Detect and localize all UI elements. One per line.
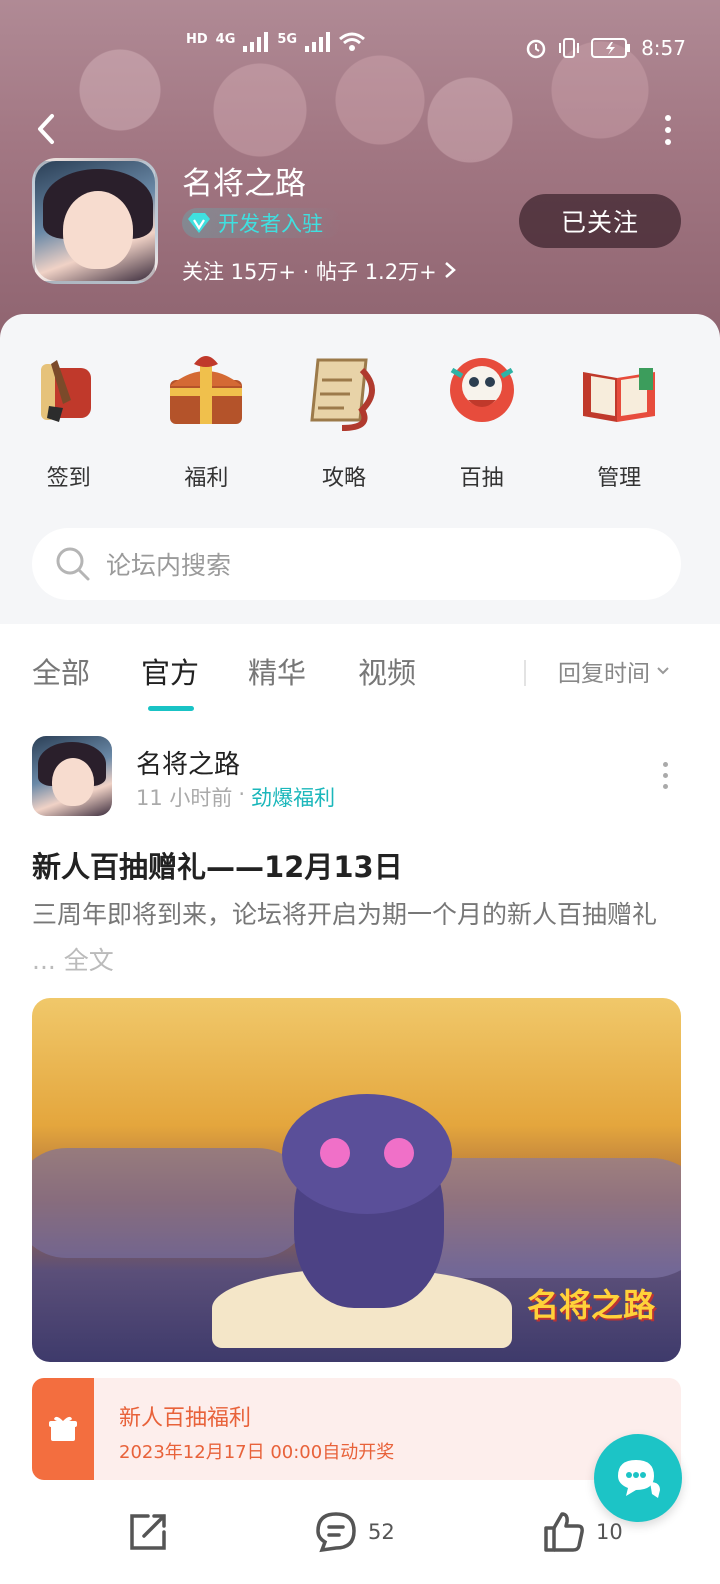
author-avatar[interactable]	[32, 736, 112, 816]
status-right: 8:57	[525, 36, 686, 60]
sort-label: 回复时间	[558, 661, 650, 687]
quick-action-label: 签到	[46, 466, 91, 491]
tab-video[interactable]: 视频	[358, 650, 416, 692]
sort-dropdown[interactable]: 回复时间	[558, 654, 670, 688]
chat-bubble-icon	[618, 1460, 660, 1498]
more-options-button[interactable]	[658, 112, 678, 148]
quick-action-label: 福利	[184, 466, 229, 491]
like-count: 10	[596, 1520, 623, 1544]
summary-ellipsis: ...	[32, 946, 56, 975]
quick-action-label: 百抽	[459, 466, 504, 491]
tab-all[interactable]: 全部	[32, 650, 90, 692]
post-image[interactable]: 名将之路	[32, 998, 681, 1362]
post-meta: 11 小时前 · 劲爆福利	[136, 782, 335, 812]
forum-page: HD 4G 5G 8:57 名将之路 开发者入驻 关注 15万+ · 帖子 1.…	[0, 0, 720, 1584]
comment-count: 52	[368, 1520, 395, 1544]
follow-button[interactable]: 已关注	[519, 194, 681, 248]
forum-name: 名将之路	[182, 166, 306, 202]
comment-icon	[316, 1512, 356, 1553]
tab-divider	[524, 660, 526, 686]
post-filter-tabs: 全部 官方 精华 视频 回复时间	[0, 624, 720, 720]
signal-icon	[243, 32, 269, 52]
hd-label: HD	[186, 32, 208, 47]
vibrate-icon	[559, 38, 580, 58]
like-button[interactable]: 10	[542, 1510, 623, 1554]
tab-official[interactable]: 官方	[141, 650, 199, 692]
post-category[interactable]: 劲爆福利	[251, 782, 335, 812]
thumbs-up-icon	[544, 1512, 584, 1552]
lottery-time: 2023年12月17日 00:00自动开奖	[119, 1442, 395, 1463]
image-game-logo: 名将之路	[526, 1286, 655, 1324]
forum-header-banner: HD 4G 5G 8:57 名将之路 开发者入驻 关注 15万+ · 帖子 1.…	[0, 0, 720, 340]
quick-action-signin[interactable]: 签到	[0, 350, 138, 492]
forum-stats-text: 关注 15万+ · 帖子 1.2万+	[182, 260, 437, 284]
developer-badge-label: 开发者入驻	[218, 212, 323, 236]
forum-search-input[interactable]: 论坛内搜索	[32, 528, 681, 600]
tab-featured[interactable]: 精华	[248, 650, 306, 692]
share-button[interactable]	[126, 1510, 170, 1554]
active-tab-indicator	[148, 706, 194, 711]
5g-label: 5G	[277, 32, 298, 47]
chevron-left-icon	[38, 114, 54, 144]
post-summary[interactable]: 三周年即将到来，论坛将开启为期一个月的新人百抽赠礼 ... 全文	[32, 892, 682, 984]
back-button[interactable]	[28, 110, 68, 150]
post-title[interactable]: 新人百抽赠礼——12月13日	[32, 844, 403, 886]
quick-action-guide[interactable]: 攻略	[275, 350, 413, 492]
chevron-right-icon	[445, 262, 457, 278]
alarm-icon	[526, 39, 546, 59]
signal-icon	[305, 32, 331, 52]
author-name[interactable]: 名将之路	[136, 744, 240, 781]
lottery-title: 新人百抽福利	[119, 1406, 252, 1431]
4g-label: 4G	[215, 32, 236, 47]
clock-time: 8:57	[641, 36, 686, 60]
post-action-bar: 52 10	[0, 1500, 720, 1564]
comment-button[interactable]: 52	[314, 1510, 395, 1554]
post-more-button[interactable]	[660, 760, 670, 794]
post-time: 11 小时前	[136, 786, 233, 810]
quick-action-label: 管理	[597, 466, 642, 491]
share-icon	[130, 1514, 166, 1550]
map-scroll-icon	[310, 358, 375, 431]
search-icon	[56, 547, 90, 581]
forum-stats[interactable]: 关注 15万+ · 帖子 1.2万+	[182, 256, 457, 286]
network-indicators: HD 4G 5G	[186, 32, 366, 52]
battery-icon	[591, 38, 631, 58]
chevron-down-icon	[657, 667, 669, 675]
quick-actions: 签到 福利 攻略 百抽 管理	[0, 350, 720, 492]
quick-action-manage[interactable]: 管理	[550, 350, 688, 492]
search-placeholder: 论坛内搜索	[106, 551, 232, 580]
brush-scroll-icon	[40, 360, 91, 422]
post-summary-text: 三周年即将到来，论坛将开启为期一个月的新人百抽赠礼	[32, 900, 658, 929]
quick-action-label: 攻略	[321, 466, 366, 491]
gift-icon	[32, 1378, 94, 1480]
lottery-card[interactable]: 新人百抽福利 2023年12月17日 00:00自动开奖	[32, 1378, 681, 1480]
quick-action-welfare[interactable]: 福利	[138, 350, 276, 492]
status-bar: HD 4G 5G 8:57	[0, 28, 720, 68]
meta-dot: ·	[238, 782, 246, 806]
diamond-icon	[188, 213, 210, 233]
full-text-link[interactable]: 全文	[64, 946, 114, 975]
developer-badge[interactable]: 开发者入驻	[182, 208, 341, 238]
quick-action-draw[interactable]: 百抽	[413, 350, 551, 492]
lion-dance-icon	[449, 358, 514, 422]
treasure-chest-icon	[170, 356, 243, 424]
forum-tools-panel: 签到 福利 攻略 百抽 管理 论坛内搜索	[0, 314, 720, 624]
wifi-icon	[339, 32, 366, 51]
forum-avatar	[32, 158, 158, 284]
book-icon	[583, 368, 656, 422]
